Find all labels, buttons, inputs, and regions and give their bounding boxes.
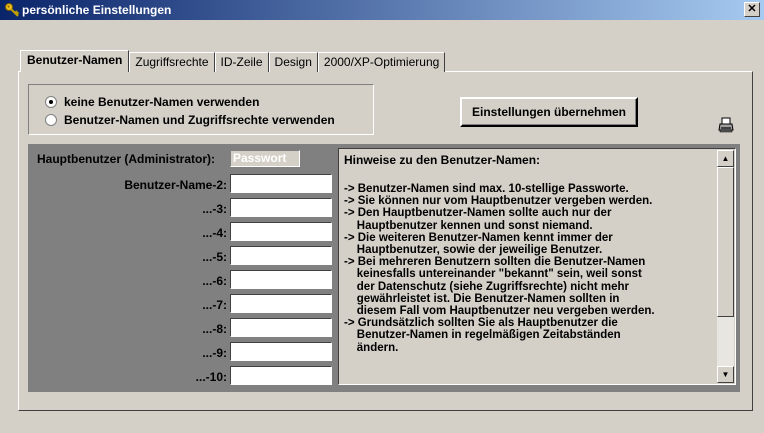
- hints-body: -> Benutzer-Namen sind max. 10-stellige …: [344, 183, 655, 354]
- user-name-input-9[interactable]: [230, 342, 332, 361]
- hints-title: Hinweise zu den Benutzer-Namen:: [344, 153, 541, 167]
- title-bar[interactable]: persönliche Einstellungen ✕: [0, 0, 764, 20]
- printer-icon[interactable]: [718, 117, 734, 133]
- user-name-input-5[interactable]: [230, 246, 332, 265]
- close-button[interactable]: ✕: [744, 2, 760, 17]
- radio-use-names-label: Benutzer-Namen und Zugriffsrechte verwen…: [64, 113, 335, 127]
- user-label-3: ...-3:: [202, 202, 227, 216]
- window-title: persönliche Einstellungen: [22, 3, 172, 17]
- user-name-input-4[interactable]: [230, 222, 332, 241]
- tab-strip: Benutzer-Namen Zugriffsrechte ID-Zeile D…: [20, 50, 446, 72]
- user-name-input-2[interactable]: [230, 174, 332, 193]
- radio-use-names-indicator[interactable]: [45, 114, 57, 126]
- user-name-input-10[interactable]: [230, 366, 332, 385]
- user-name-input-3[interactable]: [230, 198, 332, 217]
- hints-textbox[interactable]: Hinweise zu den Benutzer-Namen: -> Benut…: [338, 148, 736, 385]
- tab-xp-optimierung[interactable]: 2000/XP-Optimierung: [317, 52, 446, 72]
- admin-label: Hauptbenutzer (Administrator):: [37, 152, 215, 166]
- radio-no-names-indicator[interactable]: [45, 96, 57, 108]
- scroll-down-button[interactable]: ▼: [717, 366, 734, 383]
- user-label-5: ...-5:: [202, 250, 227, 264]
- scroll-thumb[interactable]: [717, 167, 734, 317]
- user-label-8: ...-8:: [202, 322, 227, 336]
- admin-password-field[interactable]: Passwort: [230, 150, 300, 167]
- user-name-input-8[interactable]: [230, 318, 332, 337]
- user-label-6: ...-6:: [202, 274, 227, 288]
- key-icon: [5, 3, 20, 17]
- name-mode-group: keine Benutzer-Namen verwenden Benutzer-…: [28, 84, 374, 135]
- radio-use-names[interactable]: Benutzer-Namen und Zugriffsrechte verwen…: [45, 113, 335, 127]
- user-name-input-7[interactable]: [230, 294, 332, 313]
- tab-zugriffsrechte[interactable]: Zugriffsrechte: [129, 52, 215, 72]
- user-label-9: ...-9:: [202, 346, 227, 360]
- radio-no-names[interactable]: keine Benutzer-Namen verwenden: [45, 95, 259, 109]
- user-label-7: ...-7:: [202, 298, 227, 312]
- tab-benutzer-namen[interactable]: Benutzer-Namen: [20, 50, 130, 72]
- tab-id-zeile[interactable]: ID-Zeile: [214, 52, 269, 72]
- apply-settings-button[interactable]: Einstellungen übernehmen: [460, 97, 638, 127]
- hints-scrollbar[interactable]: ▲ ▼: [717, 150, 734, 383]
- user-name-input-6[interactable]: [230, 270, 332, 289]
- settings-window: persönliche Einstellungen ✕ Benutzer-Nam…: [0, 0, 764, 433]
- user-label-4: ...-4:: [202, 226, 227, 240]
- radio-no-names-label: keine Benutzer-Namen verwenden: [64, 95, 260, 109]
- scroll-up-button[interactable]: ▲: [717, 150, 734, 167]
- user-label-10: ...-10:: [195, 370, 227, 384]
- user-label-2: Benutzer-Name-2:: [124, 178, 227, 192]
- tab-design[interactable]: Design: [268, 52, 318, 72]
